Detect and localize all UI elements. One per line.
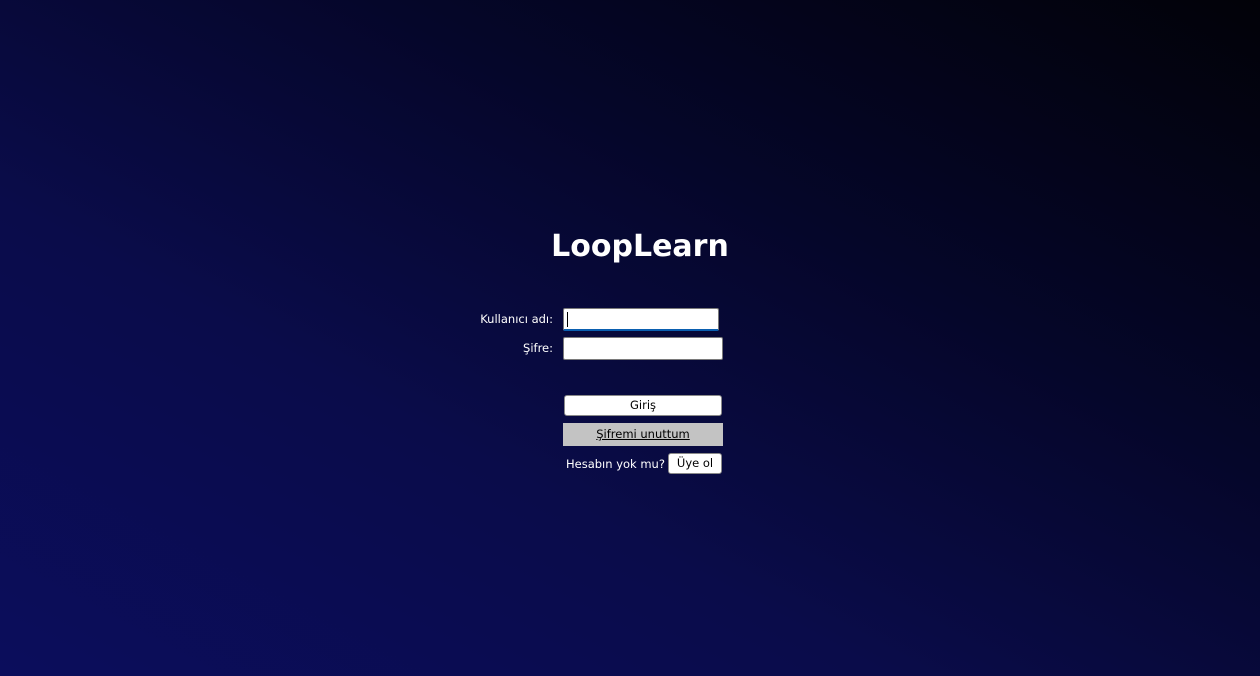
app-title: LoopLearn [551, 229, 729, 264]
no-account-text: Hesabın yok mu? [566, 457, 665, 471]
username-label: Kullanıcı adı: [480, 312, 553, 326]
password-input[interactable] [563, 337, 723, 360]
password-label: Şifre: [523, 341, 553, 355]
text-caret [567, 312, 568, 327]
signup-button[interactable]: Üye ol [668, 453, 722, 474]
forgot-password-link[interactable]: Şifremi unuttum [563, 423, 723, 446]
username-input[interactable] [563, 308, 719, 331]
login-button[interactable]: Giriş [564, 395, 722, 416]
